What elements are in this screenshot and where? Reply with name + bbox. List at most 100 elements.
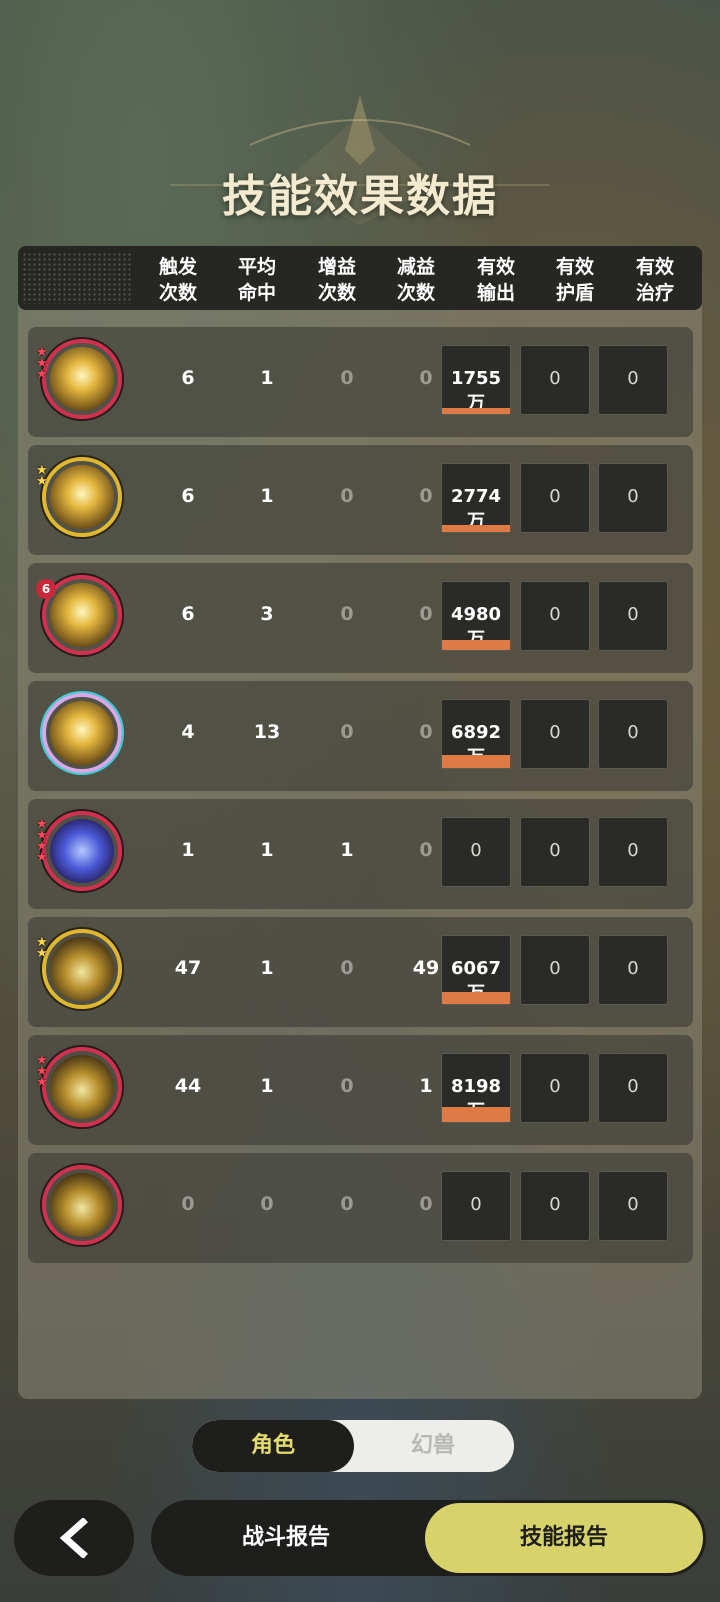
avg-hits: 1 xyxy=(260,1075,274,1097)
damage-share-bar xyxy=(442,640,510,650)
star-rank: ★ ★ ★ xyxy=(36,346,52,381)
effective-shield-value: 0 xyxy=(549,958,561,979)
effective-shield-value: 0 xyxy=(549,1194,561,1215)
effective-heal-box: 0 xyxy=(598,817,668,887)
header-pattern xyxy=(22,252,132,304)
skill-arcane-sphere-icon[interactable] xyxy=(42,811,122,891)
trigger-count: 1 xyxy=(181,839,195,861)
trigger-count: 0 xyxy=(181,1193,195,1215)
buff-count: 0 xyxy=(340,957,354,979)
table-row[interactable]: ★ ★ ★ ★ 1 1 1 0 0 0 0 xyxy=(28,799,693,909)
table-header: 触发 次数 平均 命中 增益 次数 减益 次数 有效 输出 有效 护盾 有效 治疗 xyxy=(18,246,702,310)
skill-sparks-icon[interactable] xyxy=(42,457,122,537)
trigger-count: 6 xyxy=(181,485,195,507)
effective-heal-value: 0 xyxy=(627,1194,639,1215)
star-level-badge: 6 xyxy=(36,579,56,599)
avg-hits: 1 xyxy=(260,839,274,861)
effective-shield-value: 0 xyxy=(549,722,561,743)
effective-shield-value: 0 xyxy=(549,486,561,507)
header-avg-hits: 平均 命中 xyxy=(237,256,276,304)
damage-share-bar xyxy=(442,408,510,414)
effective-damage-box: 8198万 xyxy=(441,1053,511,1123)
page-title: 技能效果数据 xyxy=(222,171,498,222)
damage-share-bar xyxy=(442,525,510,532)
chevron-left-icon xyxy=(59,1518,88,1558)
effective-heal-value: 0 xyxy=(627,486,639,507)
buff-count: 0 xyxy=(340,1075,354,1097)
effective-heal-value: 0 xyxy=(627,958,639,979)
table-row[interactable]: ★ ★ 6 1 0 0 2774万 0 0 xyxy=(28,445,693,555)
effective-shield-value: 0 xyxy=(549,840,561,861)
effective-shield-value: 0 xyxy=(549,368,561,389)
skill-icon-art xyxy=(50,465,114,529)
effective-heal-value: 0 xyxy=(627,840,639,861)
effective-shield-box: 0 xyxy=(520,345,590,415)
buff-count: 0 xyxy=(340,367,354,389)
star-icon: ★ xyxy=(36,946,48,961)
effective-damage-value: 0 xyxy=(470,1194,482,1215)
skill-icon-art xyxy=(50,819,114,883)
report-tabs: 战斗报告 技能报告 xyxy=(151,1500,706,1576)
star-icon: ★ xyxy=(36,850,48,865)
toggle-beast[interactable]: 幻兽 xyxy=(352,1420,514,1472)
header-trigger-count: 触发 次数 xyxy=(158,256,197,304)
effective-damage-box: 4980万 xyxy=(441,581,511,651)
character-beast-toggle[interactable]: 角色 幻兽 xyxy=(192,1420,514,1472)
table-row[interactable]: ★★4710496067万00 xyxy=(28,917,693,1027)
back-button[interactable] xyxy=(14,1500,134,1576)
table-row[interactable]: 413006892万00 xyxy=(28,681,693,791)
skill-rise-icon[interactable] xyxy=(42,1165,122,1245)
effective-shield-box: 0 xyxy=(520,581,590,651)
trigger-count: 6 xyxy=(181,603,195,625)
effective-damage-box: 0 xyxy=(441,1171,511,1241)
skill-thunder-orb-icon[interactable] xyxy=(42,693,122,773)
star-icon: ★ xyxy=(36,1075,48,1090)
effective-heal-value: 0 xyxy=(627,722,639,743)
damage-share-bar xyxy=(442,1107,510,1122)
effective-damage-box: 6067万 xyxy=(441,935,511,1005)
trigger-count: 47 xyxy=(174,957,202,979)
star-icon: ★ xyxy=(36,474,48,489)
table-row[interactable]: 0000000 xyxy=(28,1153,693,1263)
skill-ring-icon[interactable] xyxy=(42,929,122,1009)
effective-heal-box: 0 xyxy=(598,699,668,769)
tab-skill-report[interactable]: 技能报告 xyxy=(425,1503,703,1573)
table-row[interactable]: 663004980万00 xyxy=(28,563,693,673)
header-effective-heal: 有效 治疗 xyxy=(635,256,674,304)
buff-count: 0 xyxy=(340,721,354,743)
header-effective-shield: 有效 护盾 xyxy=(555,256,594,304)
effective-heal-box: 0 xyxy=(598,935,668,1005)
star-rank: ★ ★ ★ ★ xyxy=(36,818,52,865)
effective-heal-box: 0 xyxy=(598,463,668,533)
damage-share-bar xyxy=(442,992,510,1004)
skill-icon-art xyxy=(50,1055,114,1119)
effective-shield-value: 0 xyxy=(549,1076,561,1097)
effective-heal-box: 0 xyxy=(598,1053,668,1123)
avg-hits: 0 xyxy=(260,1193,274,1215)
skill-slash-icon[interactable] xyxy=(42,1047,122,1127)
avg-hits: 13 xyxy=(253,721,281,743)
table-row[interactable]: ★ ★ ★ 6 1 0 0 1755万 0 0 xyxy=(28,327,693,437)
skill-icon-art xyxy=(50,1173,114,1237)
effective-shield-box: 0 xyxy=(520,1053,590,1123)
effective-heal-box: 0 xyxy=(598,1171,668,1241)
buff-count: 0 xyxy=(340,1193,354,1215)
effective-heal-value: 0 xyxy=(627,368,639,389)
effective-shield-box: 0 xyxy=(520,935,590,1005)
toggle-character[interactable]: 角色 xyxy=(192,1420,354,1472)
table-row[interactable]: ★★★441018198万00 xyxy=(28,1035,693,1145)
effective-heal-value: 0 xyxy=(627,1076,639,1097)
effective-shield-box: 0 xyxy=(520,699,590,769)
skill-icon-art xyxy=(50,347,114,411)
star-rank: ★ ★ xyxy=(36,464,52,489)
buff-count: 0 xyxy=(340,603,354,625)
skill-burst-icon[interactable] xyxy=(42,339,122,419)
avg-hits: 1 xyxy=(260,957,274,979)
effective-shield-value: 0 xyxy=(549,604,561,625)
header-debuff-count: 减益 次数 xyxy=(396,256,435,304)
trigger-count: 44 xyxy=(174,1075,202,1097)
tab-battle-report[interactable]: 战斗报告 xyxy=(151,1500,421,1576)
effective-damage-box: 0 xyxy=(441,817,511,887)
effective-damage-box: 6892万 xyxy=(441,699,511,769)
trigger-count: 4 xyxy=(181,721,195,743)
